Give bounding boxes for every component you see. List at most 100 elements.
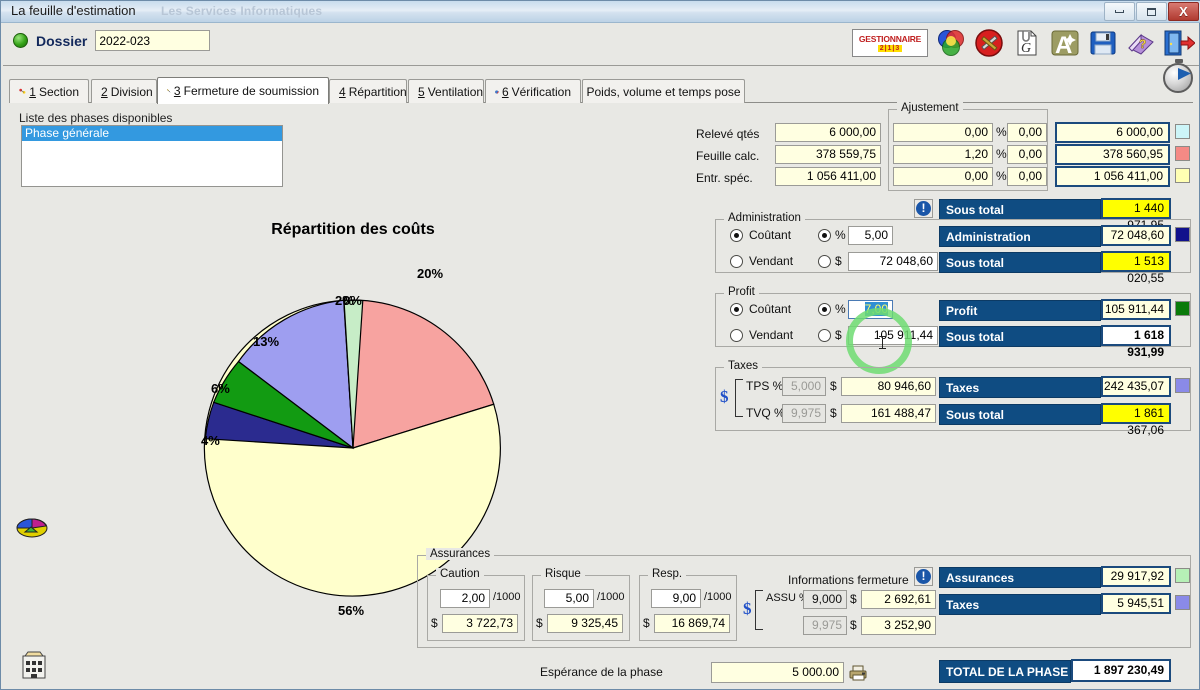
caution-rate[interactable]: 2,00	[440, 589, 490, 608]
administration-radio-dollar[interactable]	[818, 255, 831, 268]
tab-verification[interactable]: 6 Vérification	[485, 79, 581, 103]
profit-pct-symbol: %	[835, 302, 846, 316]
building-icon[interactable]	[17, 648, 51, 680]
info-icon-ajustement[interactable]: !	[914, 199, 933, 218]
resp-per: /1000	[704, 591, 732, 603]
assu-amount-1[interactable]: 2 692,61	[861, 590, 936, 609]
phases-label: Liste des phases disponibles	[19, 111, 172, 125]
phases-list[interactable]: Phase générale	[21, 125, 283, 187]
caution-caption: Caution	[436, 568, 484, 580]
exit-icon[interactable]	[1163, 27, 1195, 59]
taxes-tvq-amount[interactable]: 161 488,47	[841, 404, 936, 423]
ajustement-row-0-label: Relevé qtés	[696, 127, 759, 141]
pie-label-6: 6%	[211, 381, 230, 396]
administration-result-value: 72 048,60	[1101, 225, 1171, 246]
profit-radio-dollar[interactable]	[818, 329, 831, 342]
document-g-icon[interactable]: G	[1011, 27, 1043, 59]
pie-label-20: 20%	[417, 266, 443, 281]
ajustement-row-1-total[interactable]: 378 560,95	[1055, 144, 1170, 165]
tab-poids-volume-temps-pose[interactable]: Poids, volume et temps pose	[582, 79, 745, 103]
ajustement-row-1-pct[interactable]: 1,20	[893, 145, 993, 164]
ajustement-row-0-pct[interactable]: 0,00	[893, 123, 993, 142]
administration-coutant-label: Coûtant	[749, 228, 791, 242]
assu-amount-2[interactable]: 3 252,90	[861, 616, 936, 635]
ajustement-row-0-swatch	[1175, 124, 1190, 139]
close-button[interactable]: X	[1168, 2, 1199, 21]
ajustement-row-0-add[interactable]: 0,00	[1007, 123, 1047, 142]
minimize-button[interactable]	[1104, 2, 1135, 21]
tab-ventilation-num: 5	[418, 85, 425, 99]
administration-radio-pct[interactable]	[818, 229, 831, 242]
taxes-tvq-rate[interactable]: 9,975	[782, 404, 826, 423]
ajustement-row-1-label: Feuille calc.	[696, 149, 759, 163]
close-icon: X	[1179, 6, 1188, 18]
taxes-tvq-dollar-symbol: $	[830, 406, 837, 420]
tab-fermeture-de-soumission[interactable]: 3 Fermeture de soumission	[157, 77, 329, 104]
color-wheel-icon[interactable]	[935, 27, 967, 59]
taxes-tps-amount[interactable]: 80 946,60	[841, 377, 936, 396]
gestionnaire-logo[interactable]: GESTIONNAIRE 2|1|3	[851, 27, 929, 59]
administration-amount-input[interactable]: 72 048,60	[848, 252, 938, 271]
save-icon[interactable]	[1087, 27, 1119, 59]
chart-title: Répartition des coûts	[3, 221, 703, 239]
info-icon-assurances[interactable]: !	[914, 567, 933, 586]
ajustement-row-2-base[interactable]: 1 056 411,00	[775, 167, 881, 186]
profit-radio-vendant[interactable]	[730, 329, 743, 342]
profit-radio-coutant[interactable]	[730, 303, 743, 316]
profit-coutant-label: Coûtant	[749, 302, 791, 316]
risque-rate[interactable]: 5,00	[544, 589, 594, 608]
tab-ventilation-label: Ventilation	[428, 85, 483, 99]
profit-result-label: Profit	[939, 300, 1101, 321]
taxes-sous-total-value: 1 861 367,06	[1101, 403, 1171, 424]
tab-section[interactable]: 1 Section	[9, 79, 89, 103]
esperance-input[interactable]: 5 000.00	[711, 662, 844, 683]
administration-radio-vendant[interactable]	[730, 255, 743, 268]
assurances-result-value: 29 917,92	[1101, 566, 1171, 587]
application-window: La feuille d'estimation Les Services Inf…	[0, 0, 1200, 690]
assurances-taxes-swatch	[1175, 595, 1190, 610]
caution-amount[interactable]: 3 722,73	[442, 614, 518, 633]
tab-repartition-num: 4	[339, 85, 346, 99]
taxes-tps-rate[interactable]: 5,000	[782, 377, 826, 396]
tab-ventilation[interactable]: 5 Ventilation	[408, 79, 484, 103]
printer-icon[interactable]	[848, 665, 868, 679]
resp-amount[interactable]: 16 869,74	[654, 614, 730, 633]
administration-radio-coutant[interactable]	[730, 229, 743, 242]
ajustement-row-1-add[interactable]: 0,00	[1007, 145, 1047, 164]
assu-dollar-2: $	[850, 618, 857, 632]
assu-brace	[755, 590, 763, 630]
maximize-button[interactable]	[1136, 2, 1167, 21]
risque-dollar-symbol: $	[536, 616, 543, 630]
chart-icon[interactable]	[15, 516, 49, 544]
ajustement-row-2-swatch	[1175, 168, 1190, 183]
font-a-icon[interactable]: A	[1049, 27, 1081, 59]
stopwatch-icon[interactable]	[1163, 63, 1193, 93]
profit-radio-pct[interactable]	[818, 303, 831, 316]
list-item[interactable]: Phase générale	[22, 126, 282, 141]
ajustement-row-2-total[interactable]: 1 056 411,00	[1055, 166, 1170, 187]
tab-repartition[interactable]: 4 Répartition	[329, 79, 407, 103]
risque-caption: Risque	[541, 568, 585, 580]
ajustement-row-2-add[interactable]: 0,00	[1007, 167, 1047, 186]
taxes-caption: Taxes	[724, 360, 762, 372]
ajustement-row-2-pct[interactable]: 0,00	[893, 167, 993, 186]
ajustement-row-0-base[interactable]: 6 000,00	[775, 123, 881, 142]
taxes-result-label: Taxes	[939, 377, 1101, 398]
resp-rate[interactable]: 9,00	[651, 589, 701, 608]
risque-amount[interactable]: 9 325,45	[547, 614, 623, 633]
tools-icon[interactable]	[973, 27, 1005, 59]
tab-division[interactable]: 2 Division	[91, 79, 157, 103]
dossier-input[interactable]	[95, 30, 210, 51]
administration-pct-input[interactable]: 5,00	[848, 226, 893, 245]
taxes-tps-label: TPS %	[746, 379, 783, 393]
taxes-brace	[735, 379, 743, 417]
ajustement-row-1-base[interactable]: 378 559,75	[775, 145, 881, 164]
ajustement-row-0-total[interactable]: 6 000,00	[1055, 122, 1170, 143]
pen-icon	[167, 84, 171, 98]
tab-bar: 1 Section 2 Division 3 Fermeture de soum…	[9, 77, 1193, 103]
assu-rate-1[interactable]: 9,000	[803, 590, 847, 609]
help-book-icon[interactable]: ?	[1125, 27, 1157, 59]
tab-section-label: Section	[39, 85, 79, 99]
administration-swatch	[1175, 227, 1190, 242]
profit-dollar-symbol: $	[835, 328, 842, 342]
